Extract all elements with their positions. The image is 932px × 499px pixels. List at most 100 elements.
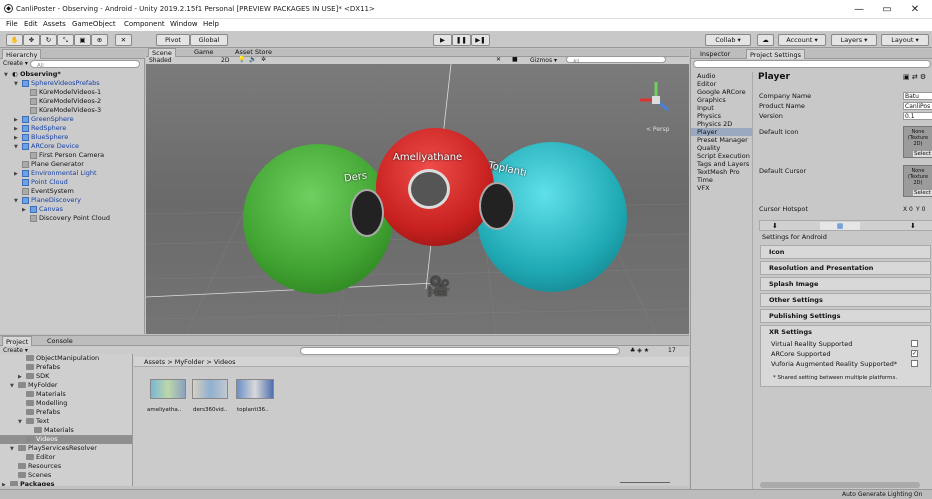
hierarchy-item[interactable]: Discovery Point Cloud bbox=[0, 214, 145, 223]
audio-toggle-icon[interactable]: 🔊 bbox=[249, 56, 256, 63]
project-tree-item[interactable]: Resources bbox=[0, 462, 132, 471]
minimize-button[interactable]: — bbox=[848, 3, 870, 16]
scene-root-item[interactable]: ▼ ◐ Observing* bbox=[4, 70, 61, 79]
tab-windows-icon[interactable]: ▦ bbox=[820, 222, 860, 230]
project-tree-item[interactable]: ▶ Packages bbox=[0, 480, 132, 486]
project-search-input[interactable] bbox=[300, 347, 620, 355]
hotspot-x-field[interactable]: X 0 bbox=[903, 206, 913, 213]
layers-button[interactable]: Layers ▾ bbox=[831, 34, 877, 46]
default-icon-select-button[interactable]: Select bbox=[913, 151, 932, 157]
expand-arrow-icon[interactable]: ▶ bbox=[2, 481, 10, 486]
hierarchy-item[interactable]: ▶ GreenSphere bbox=[0, 115, 145, 124]
hierarchy-item[interactable]: ▶ Canvas bbox=[0, 205, 145, 214]
section-resolution[interactable]: Resolution and Presentation bbox=[760, 261, 931, 275]
tab-game[interactable]: Game bbox=[191, 48, 216, 57]
pause-icon[interactable]: ❚❚ bbox=[452, 34, 471, 46]
section-splash[interactable]: Splash Image bbox=[760, 277, 931, 291]
settings-category-item[interactable]: Quality bbox=[691, 144, 752, 152]
settings-category-item[interactable]: Script Execution bbox=[691, 152, 752, 160]
custom-tool-icon[interactable]: ✕ bbox=[115, 34, 132, 46]
settings-options-icons[interactable]: ▣ ⇄ ⚙ bbox=[903, 73, 926, 81]
tab-android-icon[interactable]: ⬇ bbox=[910, 222, 916, 230]
gizmos-dropdown[interactable]: Gizmos ▾ bbox=[530, 57, 557, 64]
transform-tool-icon[interactable]: ⊕ bbox=[91, 34, 108, 46]
project-tree-item[interactable]: Materials bbox=[0, 426, 132, 435]
tab-project[interactable]: Project bbox=[2, 336, 33, 346]
asset-thumb-ameliyathane[interactable] bbox=[150, 379, 186, 399]
layout-button[interactable]: Layout ▾ bbox=[881, 34, 929, 46]
hierarchy-item[interactable]: ▶ BlueSphere bbox=[0, 133, 145, 142]
asset-thumb-ders[interactable] bbox=[192, 379, 228, 399]
move-tool-icon[interactable]: ✥ bbox=[23, 34, 40, 46]
tab-console[interactable]: Console bbox=[44, 336, 76, 346]
hierarchy-item[interactable]: ▶ Environmental Light bbox=[0, 169, 145, 178]
hierarchy-search-input[interactable]: All bbox=[30, 60, 140, 69]
project-tree-item[interactable]: Modelling bbox=[0, 399, 132, 408]
settings-category-item[interactable]: Preset Manager bbox=[691, 136, 752, 144]
hierarchy-item[interactable]: ▼ SphereVideosPrefabs bbox=[0, 79, 145, 88]
orientation-gizmo-icon[interactable] bbox=[636, 78, 676, 118]
project-tree-item[interactable]: Videos bbox=[0, 435, 132, 444]
company-name-field[interactable]: Batu bbox=[903, 92, 932, 100]
xr-vr-checkbox[interactable] bbox=[911, 340, 918, 347]
version-field[interactable]: 0.1 bbox=[903, 112, 932, 120]
account-button[interactable]: Account ▾ bbox=[778, 34, 826, 46]
settings-category-item[interactable]: Time bbox=[691, 176, 752, 184]
scene-view[interactable]: Ders Ameliyathane Toplantı 🎥 < Persp bbox=[146, 64, 689, 334]
menu-component[interactable]: Component bbox=[124, 20, 165, 28]
hierarchy-item[interactable]: KüreModelVideos-1 bbox=[0, 88, 145, 97]
hierarchy-item[interactable]: ▼ PlaneDiscovery bbox=[0, 196, 145, 205]
expand-arrow-icon[interactable]: ▼ bbox=[14, 80, 22, 89]
asset-thumb-toplanti[interactable] bbox=[236, 379, 274, 399]
maximize-button[interactable]: ▭ bbox=[876, 3, 898, 16]
menu-window[interactable]: Window bbox=[170, 20, 198, 28]
hierarchy-item[interactable]: EventSystem bbox=[0, 187, 145, 196]
project-tree-item[interactable]: ▼ PlayServicesResolver bbox=[0, 444, 132, 453]
project-tree-item[interactable]: Editor bbox=[0, 453, 132, 462]
settings-category-item[interactable]: Google ARCore bbox=[691, 88, 752, 96]
default-cursor-select-button[interactable]: Select bbox=[913, 190, 932, 196]
persp-label[interactable]: < Persp bbox=[646, 126, 669, 133]
play-icon[interactable]: ▶ bbox=[433, 34, 452, 46]
project-create-button[interactable]: Create ▾ bbox=[3, 347, 28, 354]
settings-category-item[interactable]: Audio bbox=[691, 72, 752, 80]
camera-settings-icon[interactable]: ■ bbox=[512, 56, 518, 63]
scale-tool-icon[interactable]: ⤡ bbox=[57, 34, 74, 46]
filter-icons[interactable]: ♣ ◈ ★ bbox=[630, 347, 649, 354]
expand-arrow-icon[interactable]: ▼ bbox=[14, 197, 22, 206]
shaded-dropdown[interactable]: Shaded bbox=[149, 57, 172, 64]
project-tree-item[interactable]: Prefabs bbox=[0, 408, 132, 417]
menu-assets[interactable]: Assets bbox=[43, 20, 66, 28]
tab-inspector[interactable]: Inspector bbox=[697, 49, 733, 59]
settings-category-item[interactable]: Editor bbox=[691, 80, 752, 88]
settings-category-item[interactable]: Tags and Layers bbox=[691, 160, 752, 168]
settings-category-item[interactable]: VFX bbox=[691, 184, 752, 192]
menu-file[interactable]: File bbox=[6, 20, 18, 28]
settings-category-item[interactable]: Graphics bbox=[691, 96, 752, 104]
settings-category-item[interactable]: Physics 2D bbox=[691, 120, 752, 128]
project-tree-item[interactable]: ObjectManipulation bbox=[0, 354, 132, 363]
project-tree-item[interactable]: ▼ MyFolder bbox=[0, 381, 132, 390]
project-tree-item[interactable]: Materials bbox=[0, 390, 132, 399]
settings-category-item[interactable]: TextMesh Pro bbox=[691, 168, 752, 176]
project-tree-item[interactable]: Scenes bbox=[0, 471, 132, 480]
settings-category-item[interactable]: Player bbox=[691, 128, 752, 136]
hierarchy-item[interactable]: KüreModelVideos-3 bbox=[0, 106, 145, 115]
effects-toggle-icon[interactable]: ✲ bbox=[261, 56, 266, 63]
menu-gameobject[interactable]: GameObject bbox=[72, 20, 116, 28]
section-publishing[interactable]: Publishing Settings bbox=[760, 309, 931, 323]
settings-search-input[interactable] bbox=[693, 60, 931, 68]
hotspot-y-field[interactable]: Y 0 bbox=[916, 206, 925, 213]
step-icon[interactable]: ▶❚ bbox=[471, 34, 490, 46]
tab-standalone-icon[interactable]: ⬇ bbox=[772, 222, 778, 230]
rotate-tool-icon[interactable]: ↻ bbox=[40, 34, 57, 46]
scene-search-input[interactable]: All bbox=[566, 56, 666, 65]
close-button[interactable]: ✕ bbox=[904, 3, 926, 16]
cloud-icon[interactable]: ☁ bbox=[757, 34, 774, 46]
project-tree-item[interactable]: Prefabs bbox=[0, 363, 132, 372]
rect-tool-icon[interactable]: ▣ bbox=[74, 34, 91, 46]
hierarchy-item[interactable]: KüreModelVideos-2 bbox=[0, 97, 145, 106]
menu-edit[interactable]: Edit bbox=[24, 20, 38, 28]
inspector-scrollbar[interactable] bbox=[760, 482, 920, 488]
product-name-field[interactable]: CanliPos bbox=[903, 102, 932, 110]
